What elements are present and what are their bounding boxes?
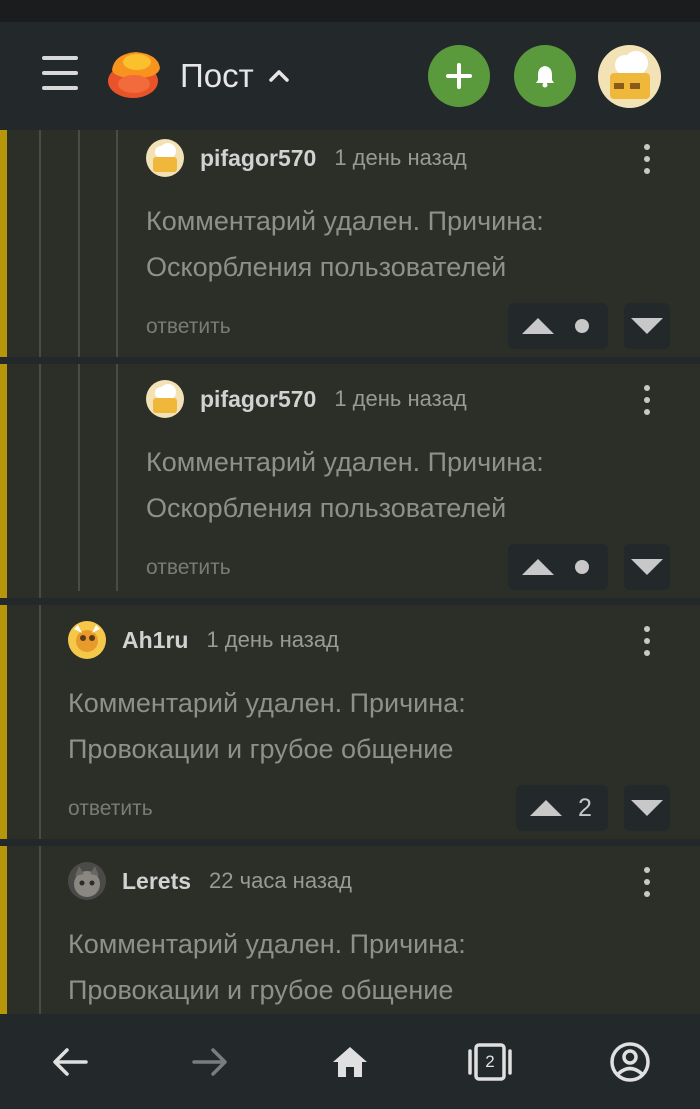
comment-username[interactable]: pifagor570 xyxy=(200,386,316,413)
more-vertical-icon[interactable] xyxy=(637,867,657,903)
arrow-down-icon xyxy=(631,800,663,816)
comment-time: 1 день назад xyxy=(334,386,467,411)
downvote-button[interactable] xyxy=(624,544,670,590)
comment-username[interactable]: Lerets xyxy=(122,868,191,895)
comment-header: Lerets 22 часа назад xyxy=(68,861,352,901)
bell-icon xyxy=(536,66,554,88)
reply-link[interactable]: ответить xyxy=(146,556,231,580)
downvote-button[interactable] xyxy=(624,303,670,349)
user-avatar[interactable] xyxy=(598,45,661,108)
tabs-button[interactable]: 2 xyxy=(462,1034,518,1090)
comment-header: pifagor570 1 день назад xyxy=(146,138,467,178)
thread-line xyxy=(39,130,41,1014)
arrow-down-icon xyxy=(631,318,663,334)
forward-button[interactable] xyxy=(182,1034,238,1090)
page-title-toggle[interactable]: Пост xyxy=(180,54,290,98)
avatar[interactable] xyxy=(146,139,184,177)
avatar[interactable] xyxy=(146,380,184,418)
home-button[interactable] xyxy=(322,1034,378,1090)
comment-time: 1 день назад xyxy=(206,627,339,652)
comment: Ah1ru 1 день назад Комментарий удален. П… xyxy=(68,620,672,835)
arrow-up-icon xyxy=(530,800,562,816)
plus-icon xyxy=(446,63,472,89)
more-vertical-icon[interactable] xyxy=(637,385,657,421)
arrow-down-icon xyxy=(631,559,663,575)
rating-hidden-dot xyxy=(575,560,589,574)
upvote-button[interactable] xyxy=(508,544,608,590)
comment-rating: 2 xyxy=(578,794,592,822)
more-vertical-icon[interactable] xyxy=(637,626,657,662)
upvote-button[interactable]: 2 xyxy=(516,785,608,831)
reply-link[interactable]: ответить xyxy=(68,797,153,821)
pikabu-logo[interactable] xyxy=(106,48,164,100)
profile-icon xyxy=(610,1042,650,1082)
add-post-button[interactable] xyxy=(428,45,490,107)
arrow-up-icon xyxy=(522,318,554,334)
hamburger-menu-icon[interactable] xyxy=(42,56,78,90)
comment-header: pifagor570 1 день назад xyxy=(146,379,467,419)
avatar[interactable] xyxy=(68,621,106,659)
status-bar xyxy=(0,0,700,22)
comment-username[interactable]: pifagor570 xyxy=(200,145,316,172)
top-bar: Пост xyxy=(0,22,700,130)
comment-text: Комментарий удален. Причина: Оскорбления… xyxy=(146,447,544,523)
comment-separator xyxy=(0,839,700,846)
page-title: Пост xyxy=(180,57,254,94)
back-button[interactable] xyxy=(42,1034,98,1090)
home-icon xyxy=(333,1047,367,1077)
arrow-up-icon xyxy=(522,559,554,575)
reply-link[interactable]: ответить xyxy=(146,315,231,339)
comment-separator xyxy=(0,598,700,605)
comment: pifagor570 1 день назад Комментарий удал… xyxy=(146,379,672,594)
avatar[interactable] xyxy=(68,862,106,900)
notifications-button[interactable] xyxy=(514,45,576,107)
comments-list: pifagor570 1 день назад Комментарий удал… xyxy=(0,130,700,1014)
chevron-up-icon xyxy=(268,70,289,82)
comment-time: 1 день назад xyxy=(334,145,467,170)
downvote-button[interactable] xyxy=(624,785,670,831)
comment-text: Комментарий удален. Причина: Провокации … xyxy=(68,688,466,764)
comment-username[interactable]: Ah1ru xyxy=(122,627,188,654)
bottom-navigation: 2 xyxy=(0,1014,700,1109)
comment-text: Комментарий удален. Причина: Оскорбления… xyxy=(146,206,544,282)
arrow-right-icon xyxy=(192,1048,227,1076)
thread-indicator xyxy=(0,130,7,1014)
profile-button[interactable] xyxy=(602,1034,658,1090)
tabs-count: 2 xyxy=(485,1052,495,1071)
comment-text: Комментарий удален. Причина: Провокации … xyxy=(68,929,466,1005)
more-vertical-icon[interactable] xyxy=(637,144,657,180)
comment-header: Ah1ru 1 день назад xyxy=(68,620,339,660)
comment: pifagor570 1 день назад Комментарий удал… xyxy=(146,138,672,353)
comment: Lerets 22 часа назад Комментарий удален.… xyxy=(68,861,672,1014)
upvote-button[interactable] xyxy=(508,303,608,349)
comment-time: 22 часа назад xyxy=(209,868,352,893)
rating-hidden-dot xyxy=(575,319,589,333)
comment-separator xyxy=(0,357,700,364)
arrow-left-icon xyxy=(53,1048,88,1076)
